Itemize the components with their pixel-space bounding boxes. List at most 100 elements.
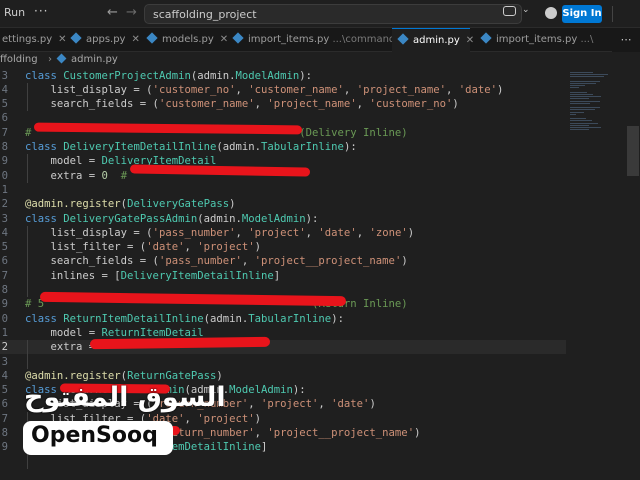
breadcrumb-folder[interactable]: ffolding	[0, 52, 38, 68]
minimap-line	[570, 109, 595, 111]
code-token: ):	[292, 384, 306, 397]
forward-arrow-icon[interactable]: →	[126, 5, 137, 20]
code-text: search_fields = ('customer_name', 'proje…	[25, 97, 459, 111]
command-center-search[interactable]: scaffolding_project	[144, 4, 522, 24]
minimap[interactable]	[566, 68, 626, 480]
tab-import-items-commands[interactable]: import_items.py ...\commands	[230, 28, 400, 52]
code-token: 'project'	[197, 412, 255, 425]
chevron-down-icon[interactable]: ⌄	[522, 5, 530, 15]
tab-admin[interactable]: admin.py ✕	[392, 28, 474, 52]
watermark-arabic: السوق المفتوح	[24, 382, 226, 413]
tab-import-items[interactable]: import_items.py ...\	[478, 28, 612, 52]
code-text: inlines = [DeliveryItemDetailInline]	[25, 269, 281, 283]
account-icon[interactable]	[545, 7, 557, 19]
tab-models[interactable]: models.py ✕	[144, 28, 228, 52]
code-token: 'customer_name'	[158, 98, 255, 111]
code-token: ,	[235, 83, 249, 96]
more-actions-icon[interactable]: ⋯	[612, 28, 640, 52]
back-arrow-icon[interactable]: ←	[107, 5, 118, 20]
code-token: )	[216, 369, 223, 382]
minimap-line	[570, 72, 593, 73]
line-number: 1	[1, 326, 8, 339]
indent-guide	[27, 340, 28, 369]
minimap-line	[570, 102, 590, 104]
code-line[interactable]: 3	[0, 355, 566, 369]
minimap-line	[570, 87, 579, 89]
tab-label: models.py	[162, 34, 214, 45]
code-line[interactable]: 5 list_filter = ('date', 'project')	[0, 240, 566, 254]
code-line[interactable]: 1	[0, 183, 566, 197]
code-token: ModelAdmin	[241, 212, 306, 225]
code-line[interactable]: 8 class DeliveryItemDetailInline(admin.Ta…	[0, 140, 566, 154]
tab-label: import_items.py	[496, 34, 578, 45]
code-line[interactable]: 4 @admin.register(ReturnGatePass)	[0, 369, 566, 383]
watermark-brand: OpenSooq	[31, 423, 158, 448]
minimap-line	[570, 85, 585, 87]
code-line[interactable]: 4 list_display = ('pass_number', 'projec…	[0, 226, 566, 240]
tab-label: import_items.py	[248, 34, 330, 45]
code-token: search_fields = (	[25, 98, 159, 111]
code-token: class	[25, 141, 64, 153]
code-token: ):	[331, 312, 344, 325]
watermark-logo: OpenSooq	[23, 421, 173, 455]
code-token: 'project__project_name'	[254, 255, 402, 268]
code-line[interactable]: 4 list_display = ('customer_no', 'custom…	[0, 83, 566, 97]
code-text: list_display = ('pass_number', 'project'…	[25, 226, 415, 240]
copilot-icon[interactable]	[503, 6, 516, 16]
code-line[interactable]: 0 class ReturnItemDetailInline(admin.Tabu…	[0, 312, 566, 326]
line-number: 0	[1, 312, 8, 325]
breadcrumb-file[interactable]: admin.py	[56, 52, 118, 68]
line-number: 2	[1, 341, 8, 354]
tab-path-suffix: ...\	[580, 34, 594, 45]
code-line[interactable]: 2 extra =	[0, 340, 566, 355]
minimap-line	[570, 127, 601, 128]
line-number: 4	[1, 83, 8, 96]
code-token: 'date'	[318, 226, 357, 239]
minimap-line	[570, 98, 589, 100]
tab-label: admin.py	[413, 35, 460, 46]
minimap-line	[570, 100, 600, 102]
line-number: 3	[1, 212, 8, 225]
code-line[interactable]: 5 search_fields = ('customer_name', 'pro…	[0, 97, 566, 111]
code-line[interactable]: 2 @admin.register(DeliveryGatePass)	[0, 197, 566, 211]
code-line[interactable]: 6 search_fields = ('pass_number', 'proje…	[0, 254, 566, 268]
menu-run[interactable]: Run	[4, 6, 25, 19]
code-token: (admin.	[203, 312, 249, 325]
code-line[interactable]: 1 model = ReturnItemDetail	[0, 326, 566, 340]
close-icon[interactable]: ✕	[131, 34, 139, 45]
scrollbar-thumb[interactable]	[627, 126, 639, 176]
line-number: 1	[1, 183, 8, 196]
code-text: list_display = ('customer_no', 'customer…	[25, 83, 504, 97]
code-token: 'date'	[458, 83, 498, 96]
code-token: (admin.	[197, 212, 242, 225]
line-number: 5	[1, 241, 8, 254]
code-token: )	[369, 398, 376, 411]
code-token: )	[452, 98, 459, 111]
command-center-label: scaffolding_project	[153, 8, 257, 21]
minimap-line	[570, 96, 601, 98]
line-number: 6	[1, 112, 8, 125]
code-token: search_fields = (	[25, 255, 159, 268]
tab-settings[interactable]: ettings.py ✕	[0, 28, 67, 52]
minimap-line	[570, 122, 598, 124]
code-token: ,	[318, 398, 332, 411]
close-icon[interactable]: ✕	[220, 34, 228, 45]
code-line[interactable]: 3 class DeliveryGatePassAdmin(admin.Model…	[0, 212, 566, 226]
code-token: ,	[305, 226, 319, 239]
code-token: model =	[25, 326, 102, 339]
sign-in-button[interactable]: Sign In	[562, 5, 602, 23]
code-text: class DeliveryItemDetailInline(admin.Tab…	[25, 140, 357, 154]
code-token: ,	[254, 427, 268, 439]
line-number: 5	[1, 98, 8, 111]
tab-apps[interactable]: apps.py ✕	[68, 28, 140, 52]
line-number: 0	[1, 169, 8, 182]
tab-label: ettings.py	[2, 34, 53, 45]
code-token: DeliveryGatePassAdmin	[63, 212, 198, 225]
code-line[interactable]: 7 inlines = [DeliveryItemDetailInline]	[0, 269, 566, 283]
menu-more-icon[interactable]: ···	[34, 4, 48, 18]
code-token: class	[25, 69, 64, 82]
close-icon[interactable]: ✕	[58, 34, 66, 45]
tab-path-suffix: ...\commands	[332, 34, 401, 45]
close-icon[interactable]: ✕	[466, 35, 474, 46]
code-line[interactable]: 3 class CustomerProjectAdmin(admin.ModelA…	[0, 69, 566, 83]
